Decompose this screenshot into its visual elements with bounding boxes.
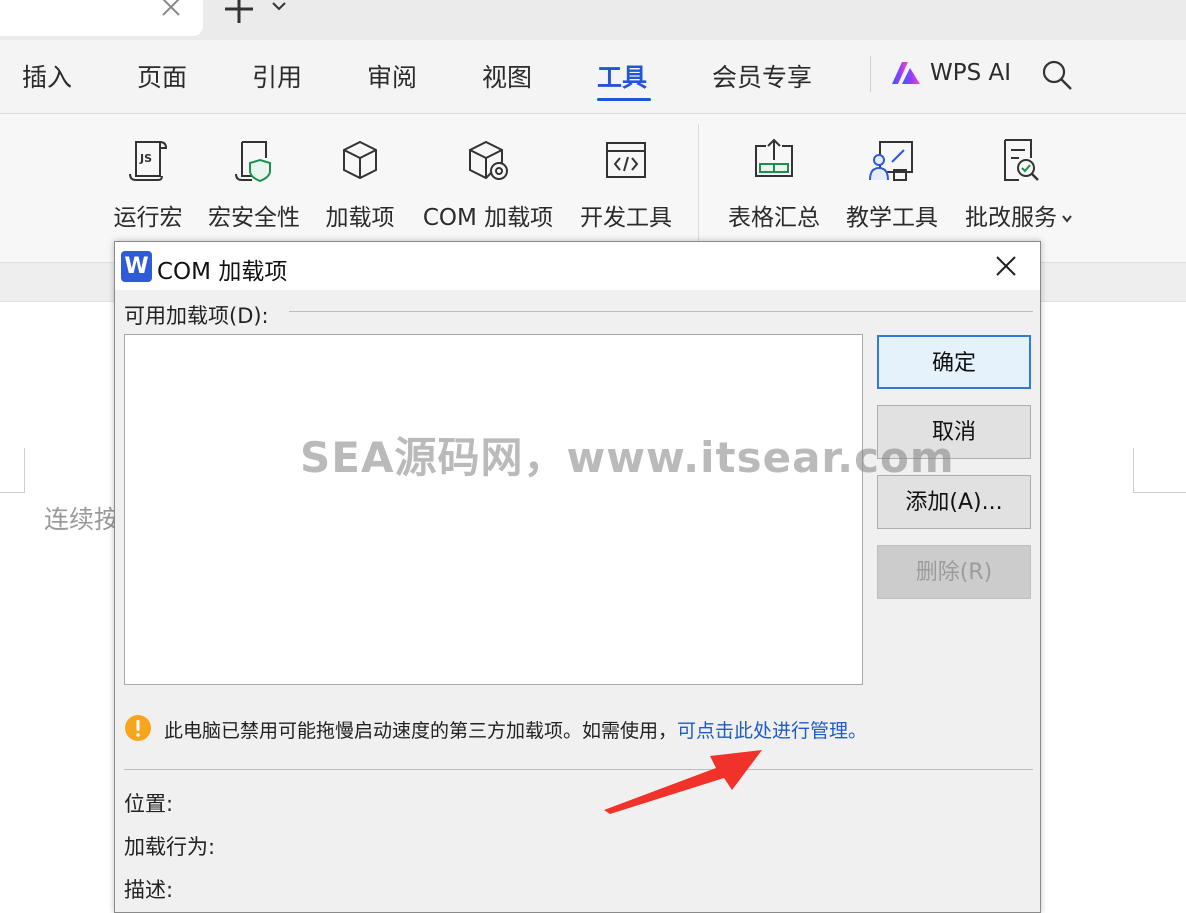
addins-listbox[interactable] (124, 334, 863, 685)
location-label: 位置: (124, 792, 174, 816)
grading-service-button[interactable]: 批改服务 (960, 136, 1078, 232)
chevron-down-icon[interactable] (271, 0, 287, 12)
ribbon-menu: 插入 页面 引用 审阅 视图 工具 会员专享 WPS AI (0, 40, 1186, 114)
new-tab-plus-icon[interactable] (222, 0, 256, 26)
menu-insert[interactable]: 插入 (22, 58, 72, 94)
page-margin-corner-right (1133, 448, 1186, 493)
details-divider (124, 769, 1033, 770)
description-label: 描述: (124, 878, 174, 902)
com-addins-button[interactable]: COM 加载项 (416, 136, 560, 232)
shield-document-icon (235, 141, 271, 183)
menu-separator (870, 56, 871, 92)
chevron-down-icon[interactable] (1061, 214, 1073, 224)
toolbar-separator (698, 124, 699, 242)
disabled-addins-notice: 此电脑已禁用可能拖慢启动速度的第三方加载项。如需使用，可点击此处进行管理。 (164, 716, 867, 743)
macro-security-button[interactable]: 宏安全性 (204, 136, 304, 232)
addins-button[interactable]: 加载项 (320, 136, 400, 232)
teacher-board-icon (869, 141, 913, 181)
table-upload-icon (755, 138, 793, 177)
available-addins-label: 可用加载项(D): (124, 304, 269, 328)
svg-text:JS: JS (139, 152, 152, 165)
developer-tools-label: 开发工具 (580, 205, 672, 231)
tab-strip (0, 0, 1186, 40)
cube-icon (343, 140, 377, 180)
menu-view[interactable]: 视图 (482, 58, 532, 94)
grading-service-label: 批改服务 (960, 198, 1078, 232)
grading-service-text: 批改服务 (965, 205, 1057, 231)
search-icon[interactable] (1040, 58, 1074, 92)
teaching-tools-button[interactable]: 教学工具 (842, 136, 942, 232)
cancel-button[interactable]: 取消 (877, 405, 1031, 459)
load-behavior-label: 加载行为: (124, 835, 216, 859)
code-window-icon (606, 142, 646, 178)
menu-member[interactable]: 会员专享 (712, 58, 812, 94)
menu-tools[interactable]: 工具 (597, 58, 647, 94)
addins-label: 加载项 (325, 205, 395, 231)
close-icon[interactable] (158, 0, 184, 20)
run-macro-label: 运行宏 (113, 205, 183, 231)
menu-references[interactable]: 引用 (252, 58, 302, 94)
document-check-search-icon (1004, 139, 1039, 181)
notice-text: 此电脑已禁用可能拖慢启动速度的第三方加载项。如需使用， (164, 720, 678, 742)
menu-page[interactable]: 页面 (137, 58, 187, 94)
table-summary-label: 表格汇总 (728, 205, 820, 231)
table-summary-button[interactable]: 表格汇总 (724, 136, 824, 232)
script-js-icon: JS (129, 141, 168, 181)
teaching-tools-label: 教学工具 (846, 205, 938, 231)
com-addins-label: COM 加载项 (422, 205, 554, 231)
document-tab[interactable] (0, 0, 203, 36)
group-divider (289, 311, 1033, 312)
developer-tools-button[interactable]: 开发工具 (576, 136, 676, 232)
wps-writer-app-icon: W (121, 251, 152, 282)
document-text[interactable]: 连续按 (44, 500, 119, 536)
dialog-title: COM 加载项 (157, 259, 288, 285)
active-tab-indicator (597, 98, 651, 101)
remove-button: 删除(R) (877, 545, 1031, 599)
wps-ai-logo-icon[interactable] (890, 60, 922, 86)
dialog-titlebar[interactable]: W COM 加载项 (115, 242, 1040, 290)
page-margin-corner-left (0, 448, 25, 493)
ok-button[interactable]: 确定 (877, 335, 1031, 389)
com-addins-dialog: W COM 加载项 可用加载项(D): 确定 取消 添加(A)... 删除(R)… (114, 241, 1041, 913)
close-icon[interactable] (993, 253, 1019, 279)
wps-ai-label[interactable]: WPS AI (930, 60, 1011, 86)
macro-security-label: 宏安全性 (208, 205, 300, 231)
cube-gear-icon (469, 140, 508, 180)
manage-addins-link[interactable]: 可点击此处进行管理。 (677, 720, 867, 742)
menu-review[interactable]: 审阅 (367, 58, 417, 94)
run-macro-button[interactable]: JS 运行宏 (108, 136, 188, 232)
warning-icon (125, 715, 151, 741)
add-button[interactable]: 添加(A)... (877, 475, 1031, 529)
